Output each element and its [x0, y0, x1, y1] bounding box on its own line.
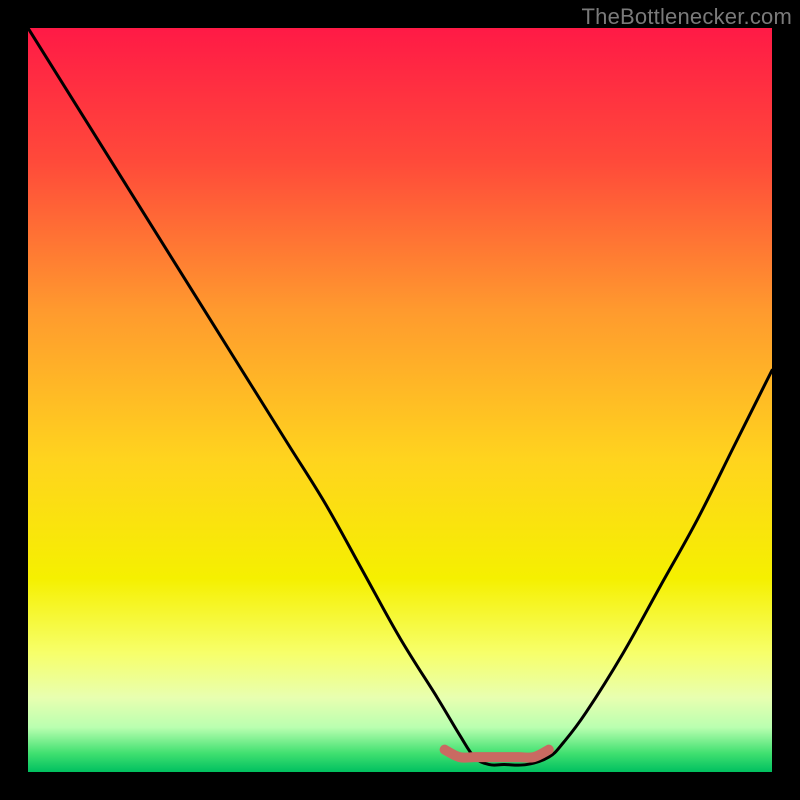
- chart-canvas: [28, 28, 772, 772]
- watermark-text: TheBottlenecker.com: [582, 4, 792, 30]
- chart-frame: [28, 28, 772, 772]
- gradient-background: [28, 28, 772, 772]
